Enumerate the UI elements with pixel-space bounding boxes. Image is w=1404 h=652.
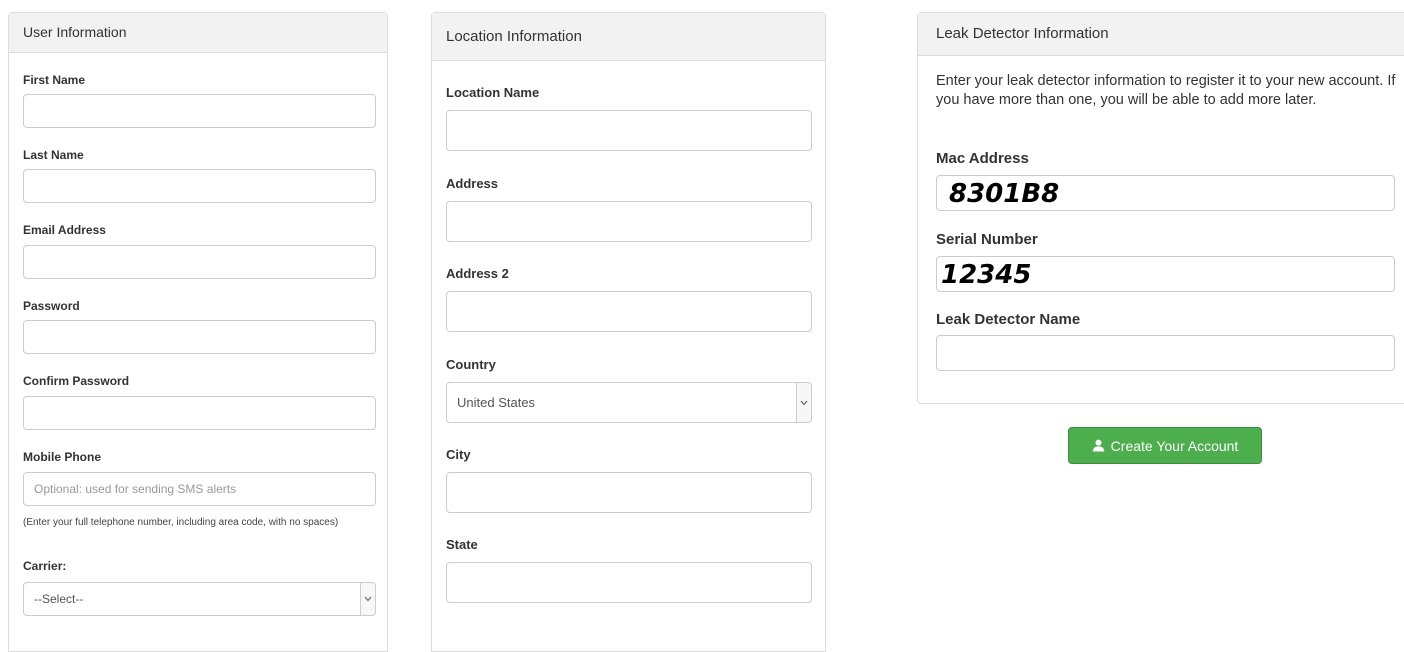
confirm-password-label: Confirm Password — [23, 374, 130, 388]
create-account-button[interactable]: Create Your Account — [1068, 427, 1262, 464]
mobile-phone-label: Mobile Phone — [23, 450, 101, 464]
carrier-label: Carrier: — [23, 559, 67, 573]
address2-label: Address 2 — [446, 266, 509, 281]
address2-input[interactable] — [446, 291, 812, 332]
country-select-value: United States — [457, 395, 536, 410]
mac-address-label: Mac Address — [936, 150, 1029, 167]
mobile-phone-help: (Enter your full telephone number, inclu… — [23, 517, 339, 528]
country-select[interactable]: United States — [446, 382, 812, 423]
user-information-panel: User Information First Name Last Name Em… — [8, 12, 388, 652]
location-information-heading: Location Information — [432, 13, 825, 61]
address-label: Address — [446, 176, 499, 191]
password-label: Password — [23, 299, 80, 313]
leak-detector-name-label: Leak Detector Name — [936, 311, 1081, 328]
location-name-input[interactable] — [446, 110, 812, 151]
location-information-panel: Location Information Location Name Addre… — [431, 12, 826, 652]
leak-detector-name-input[interactable] — [936, 335, 1395, 371]
chevron-down-icon — [360, 583, 375, 615]
carrier-select[interactable]: --Select-- — [23, 582, 376, 616]
last-name-label: Last Name — [23, 148, 84, 162]
password-input[interactable] — [23, 320, 376, 354]
email-label: Email Address — [23, 223, 106, 237]
city-input[interactable] — [446, 472, 812, 513]
serial-number-input[interactable]: 12345 — [936, 256, 1395, 292]
mobile-phone-input[interactable] — [23, 472, 376, 506]
first-name-label: First Name — [23, 73, 86, 87]
create-account-label: Create Your Account — [1110, 437, 1239, 454]
carrier-select-value: --Select-- — [34, 592, 84, 606]
email-input[interactable] — [23, 245, 376, 279]
country-label: Country — [446, 357, 496, 372]
leak-detector-panel: Leak Detector Information Enter your lea… — [917, 12, 1404, 404]
first-name-input[interactable] — [23, 94, 376, 128]
state-label: State — [446, 537, 478, 552]
leak-detector-heading: Leak Detector Information — [918, 13, 1404, 56]
serial-number-label: Serial Number — [936, 231, 1038, 248]
confirm-password-input[interactable] — [23, 396, 376, 430]
user-icon — [1092, 439, 1105, 452]
user-information-heading: User Information — [9, 13, 387, 53]
chevron-down-icon — [796, 383, 811, 422]
city-label: City — [446, 447, 471, 462]
address-input[interactable] — [446, 201, 812, 242]
location-name-label: Location Name — [446, 85, 540, 100]
state-input[interactable] — [446, 562, 812, 603]
last-name-input[interactable] — [23, 169, 376, 203]
leak-detector-intro: Enter your leak detector information to … — [936, 73, 1396, 108]
mac-address-input[interactable]: 8301B8 — [936, 175, 1395, 211]
